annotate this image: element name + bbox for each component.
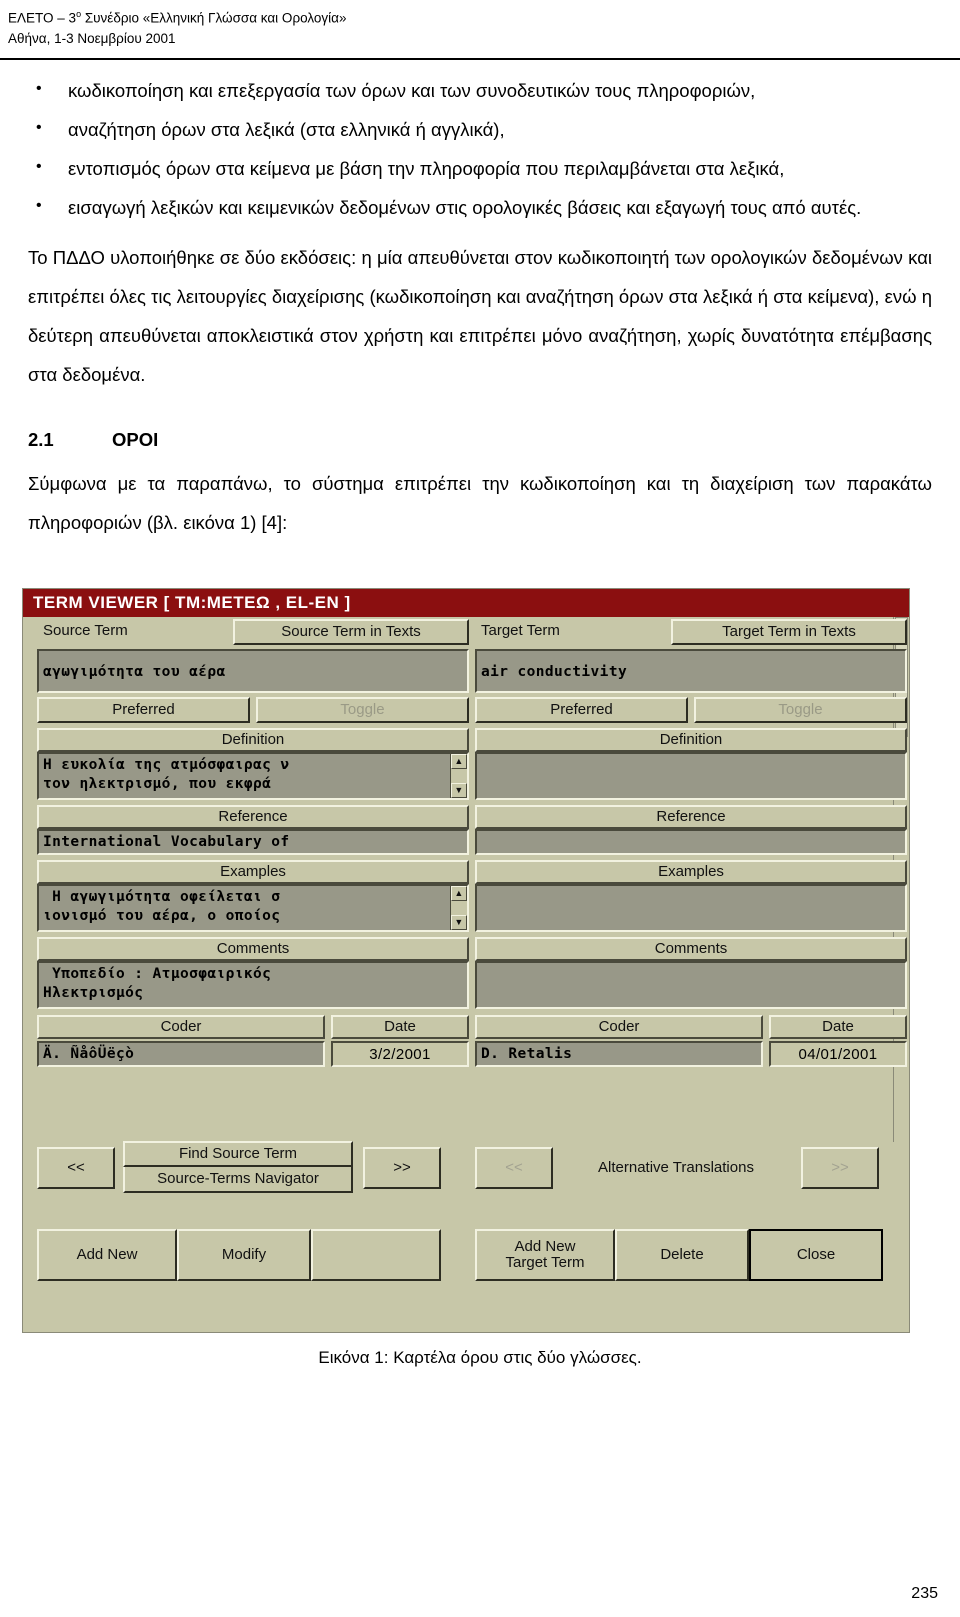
document-body: κωδικοποίηση και επεξεργασία των όρων κα… [28,72,932,542]
modify-button[interactable]: Modify [177,1229,311,1281]
close-button[interactable]: Close [749,1229,883,1281]
source-examples-line-1: Η αγωγιμότητα οφείλεται σ [43,889,281,905]
action-button-row: Add New Modify Add New Target Term Delet… [23,1229,893,1285]
target-date-value: 04/01/2001 [798,1046,878,1063]
document-running-header: ΕΛΕΤΟ – 3ο Συνέδριο «Ελληνική Γλώσσα και… [8,8,952,49]
target-date-field[interactable]: 04/01/2001 [769,1041,907,1067]
target-reference-field[interactable] [475,829,907,855]
list-item: εισαγωγή λεξικών και κειμενικών δεδομένω… [28,189,932,228]
scroll-down-arrow-icon[interactable]: ▼ [451,915,467,930]
target-term-input[interactable]: air conductivity [475,649,907,693]
source-comments-label: Comments [37,937,469,961]
window-title: TERM VIEWER [ TM:METEΩ , EL-EN ] [33,593,351,612]
add-new-button[interactable]: Add New [37,1229,177,1281]
source-definition-scrollbar[interactable]: ▲ ▼ [450,754,467,798]
source-next-button[interactable]: >> [363,1147,441,1189]
list-item: εντοπισμός όρων στα κείμενα με βάση την … [28,150,932,189]
target-preferred-button[interactable]: Preferred [475,697,688,723]
source-term-label: Source Term [43,622,128,639]
target-examples-label: Examples [475,860,907,884]
source-definition-label: Definition [37,728,469,752]
source-term-input[interactable]: αγωγιμότητα του αέρα [37,649,469,693]
conference-title-post: Συνέδριο «Ελληνική Γλώσσα και Ορολογία» [81,10,347,26]
window-titlebar: TERM VIEWER [ TM:METEΩ , EL-EN ] [23,589,909,617]
source-coder-value: Ä. ÑåôÜëçò [43,1046,135,1062]
target-term-in-texts-button[interactable]: Target Term in Texts [671,619,907,645]
find-source-term-button[interactable]: Find Source Term [123,1141,353,1167]
source-comments-line-2: Ηλεκτρισμός [43,985,144,1001]
list-item: κωδικοποίηση και επεξεργασία των όρων κα… [28,72,932,111]
target-examples-field[interactable] [475,884,907,932]
target-comments-field[interactable] [475,961,907,1009]
conference-title-pre: ΕΛΕΤΟ – 3 [8,10,77,26]
source-examples-label: Examples [37,860,469,884]
target-definition-field[interactable] [475,752,907,800]
section-title: ΟΡΟΙ [112,428,159,450]
source-date-value: 3/2/2001 [369,1046,431,1063]
source-definition-line-2: τον ηλεκτρισμό, που εκφρά [43,776,272,792]
paragraph-implementation: Το ΠΔΔΟ υλοποιήθηκε σε δύο εκδόσεις: η μ… [28,247,932,385]
target-prev-button[interactable]: << [475,1147,553,1189]
source-definition-line-1: Η ευκολία της ατμόσφαιρας ν [43,757,290,773]
target-definition-label: Definition [475,728,907,752]
alternative-translations-label: Alternative Translations [598,1159,754,1177]
source-prev-button[interactable]: << [37,1147,115,1189]
source-comments-field[interactable]: Υποπεδίο : Ατμοσφαιρικός Ηλεκτρισμός [37,961,469,1009]
target-term-value: air conductivity [481,664,628,680]
source-term-value: αγωγιμότητα του αέρα [43,664,226,680]
target-coder-label: Coder [475,1015,763,1039]
source-examples-field[interactable]: Η αγωγιμότητα οφείλεται σ ιονισμό του αέ… [37,884,469,932]
source-reference-field[interactable]: International Vocabulary of [37,829,469,855]
list-item: αναζήτηση όρων στα λεξικά (στα ελληνικά … [28,111,932,150]
source-examples-line-2: ιονισμό του αέρα, ο οποίος [43,908,281,924]
term-panes-container: Source Term Source Term in Texts αγωγιμό… [23,619,907,1129]
conference-date-line: Αθήνα, 1-3 Νοεμβρίου 2001 [8,30,176,46]
delete-button[interactable]: Delete [615,1229,749,1281]
target-comments-label: Comments [475,937,907,961]
source-comments-line-1: Υποπεδίο : Ατμοσφαιρικός [43,966,272,982]
paragraph-system-info: Σύμφωνα με τα παραπάνω, το σύστημα επιτρ… [28,472,932,533]
header-divider-rule [0,58,960,60]
figure-term-viewer: TERM VIEWER [ TM:METEΩ , EL-EN ] Source … [22,588,910,1333]
feature-bullet-list: κωδικοποίηση και επεξεργασία των όρων κα… [28,72,932,227]
section-number: 2.1 [28,428,54,450]
add-new-target-term-button[interactable]: Add New Target Term [475,1229,615,1281]
conference-title-line: ΕΛΕΤΟ – 3ο Συνέδριο «Ελληνική Γλώσσα και… [8,8,952,29]
source-term-in-texts-button[interactable]: Source Term in Texts [233,619,469,645]
scroll-up-arrow-icon[interactable]: ▲ [451,886,467,901]
term-viewer-window: TERM VIEWER [ TM:METEΩ , EL-EN ] Source … [22,588,910,1333]
source-preferred-button[interactable]: Preferred [37,697,250,723]
scroll-up-arrow-icon[interactable]: ▲ [451,754,467,769]
navigation-button-row: << Find Source Term Source-Terms Navigat… [23,1141,893,1197]
target-term-label: Target Term [481,622,560,639]
target-next-button[interactable]: >> [801,1147,879,1189]
target-date-label: Date [769,1015,907,1039]
section-heading-terms: 2.1 ΟΡΟΙ [28,429,932,451]
target-coder-field[interactable]: D. Retalis [475,1041,763,1067]
target-term-pane: Target Term Target Term in Texts air con… [475,619,907,1067]
target-toggle-button[interactable]: Toggle [694,697,907,723]
target-coder-value: D. Retalis [481,1046,573,1062]
source-date-field[interactable]: 3/2/2001 [331,1041,469,1067]
source-coder-field[interactable]: Ä. ÑåôÜëçò [37,1041,325,1067]
target-reference-label: Reference [475,805,907,829]
source-coder-label: Coder [37,1015,325,1039]
blank-button[interactable] [311,1229,441,1281]
source-reference-value: International Vocabulary of [43,834,290,850]
source-definition-field[interactable]: Η ευκολία της ατμόσφαιρας ν τον ηλεκτρισ… [37,752,469,800]
figure-caption: Εικόνα 1: Καρτέλα όρου στις δύο γλώσσες. [318,1348,642,1367]
source-date-label: Date [331,1015,469,1039]
source-terms-navigator-button[interactable]: Source-Terms Navigator [123,1167,353,1193]
source-term-pane: Source Term Source Term in Texts αγωγιμό… [37,619,469,1067]
source-reference-label: Reference [37,805,469,829]
scroll-down-arrow-icon[interactable]: ▼ [451,783,467,798]
page-number: 235 [911,1585,938,1602]
source-examples-scrollbar[interactable]: ▲ ▼ [450,886,467,930]
source-toggle-button[interactable]: Toggle [256,697,469,723]
